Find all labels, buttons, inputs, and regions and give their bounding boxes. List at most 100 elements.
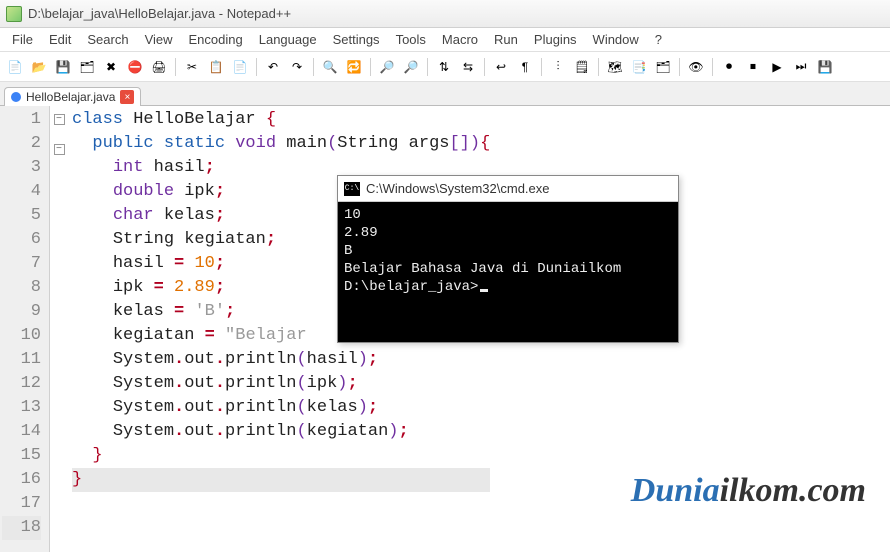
menu-run[interactable]: Run [486,30,526,49]
menu-edit[interactable]: Edit [41,30,79,49]
toolbar-separator [175,58,176,76]
wordwrap-icon[interactable]: ↩ [490,56,512,78]
line-number: 17 [2,492,41,516]
undo-icon[interactable]: ↶ [262,56,284,78]
toolbar-separator [427,58,428,76]
menu-search[interactable]: Search [79,30,136,49]
tab-status-icon [11,92,21,102]
code-line[interactable]: System.out.println(kelas); [72,396,490,420]
toolbar-separator [313,58,314,76]
tab-strip: HelloBelajar.java × [0,82,890,106]
app-icon [6,6,22,22]
menu-plugins[interactable]: Plugins [526,30,585,49]
code-line[interactable]: System.out.println(hasil); [72,348,490,372]
menu-view[interactable]: View [137,30,181,49]
code-line[interactable]: System.out.println(kegiatan); [72,420,490,444]
cmd-output[interactable]: 102.89BBelajar Bahasa Java di Duniailkom… [338,202,678,342]
cmd-line: B [344,242,672,260]
stop-macro-icon[interactable]: ⏹ [742,56,764,78]
toolbar-separator [712,58,713,76]
save-macro-icon[interactable]: 💾 [814,56,836,78]
close-all-icon[interactable]: ⛔ [124,56,146,78]
line-number: 11 [2,348,41,372]
cmd-title: C:\Windows\System32\cmd.exe [366,181,550,196]
sync-h-icon[interactable]: ⇆ [457,56,479,78]
line-number: 18 [2,516,41,540]
doc-map-icon[interactable]: 🗺 [604,56,626,78]
toolbar: 📄📂💾🗂✖⛔🖨✂📋📄↶↷🔍🔁🔎🔎⇅⇆↩¶⫶🗒🗺📑🗂👁⏺⏹▶⏭💾 [0,52,890,82]
print-icon[interactable]: 🖨 [148,56,170,78]
menu-encoding[interactable]: Encoding [181,30,251,49]
find-icon[interactable]: 🔍 [319,56,341,78]
cmd-cursor [480,289,488,292]
watermark-logo: Duniailkom.com [631,472,866,510]
sync-v-icon[interactable]: ⇅ [433,56,455,78]
folder-tree-icon[interactable]: 🗂 [652,56,674,78]
zoom-out-icon[interactable]: 🔎 [400,56,422,78]
fold-toggle-icon[interactable]: − [54,114,65,125]
cmd-icon: C:\ [344,182,360,196]
line-number: 6 [2,228,41,252]
new-file-icon[interactable]: 📄 [4,56,26,78]
menubar: FileEditSearchViewEncodingLanguageSettin… [0,28,890,52]
code-line[interactable]: public static void main(String args[]){ [72,132,490,156]
line-number: 7 [2,252,41,276]
line-number: 15 [2,444,41,468]
copy-icon[interactable]: 📋 [205,56,227,78]
save-icon[interactable]: 💾 [52,56,74,78]
tab-hellobelajar[interactable]: HelloBelajar.java × [4,87,141,106]
cut-icon[interactable]: ✂ [181,56,203,78]
menu-file[interactable]: File [4,30,41,49]
zoom-in-icon[interactable]: 🔎 [376,56,398,78]
toolbar-separator [541,58,542,76]
line-number: 4 [2,180,41,204]
titlebar: D:\belajar_java\HelloBelajar.java - Note… [0,0,890,28]
indent-guide-icon[interactable]: ⫶ [547,56,569,78]
code-line[interactable]: class HelloBelajar { [72,108,490,132]
code-line[interactable]: } [72,444,490,468]
toolbar-separator [679,58,680,76]
line-number: 3 [2,156,41,180]
menu-help[interactable]: ? [647,30,670,49]
watermark-part1: Dunia [631,472,720,509]
line-number: 14 [2,420,41,444]
play-multi-icon[interactable]: ⏭ [790,56,812,78]
replace-icon[interactable]: 🔁 [343,56,365,78]
line-number: 2 [2,132,41,156]
code-line[interactable]: } [72,468,490,492]
toolbar-separator [370,58,371,76]
window-title: D:\belajar_java\HelloBelajar.java - Note… [28,6,291,21]
cmd-line: 10 [344,206,672,224]
monitor-icon[interactable]: 👁 [685,56,707,78]
all-chars-icon[interactable]: ¶ [514,56,536,78]
cmd-line: 2.89 [344,224,672,242]
menu-settings[interactable]: Settings [325,30,388,49]
play-macro-icon[interactable]: ▶ [766,56,788,78]
open-folder-icon[interactable]: 📂 [28,56,50,78]
line-number: 9 [2,300,41,324]
line-number: 13 [2,396,41,420]
fold-toggle-icon[interactable]: − [54,144,65,155]
line-number: 8 [2,276,41,300]
tab-close-icon[interactable]: × [120,90,134,104]
close-icon[interactable]: ✖ [100,56,122,78]
record-macro-icon[interactable]: ⏺ [718,56,740,78]
cmd-window: C:\ C:\Windows\System32\cmd.exe 102.89BB… [337,175,679,343]
line-number: 12 [2,372,41,396]
line-number: 1 [2,108,41,132]
menu-tools[interactable]: Tools [388,30,434,49]
menu-language[interactable]: Language [251,30,325,49]
watermark-part2: ilkom.com [720,472,866,509]
toolbar-separator [598,58,599,76]
lang-udl-icon[interactable]: 🗒 [571,56,593,78]
toolbar-separator [484,58,485,76]
line-gutter: 123456789101112131415161718 [0,106,50,552]
menu-macro[interactable]: Macro [434,30,486,49]
func-list-icon[interactable]: 📑 [628,56,650,78]
cmd-titlebar[interactable]: C:\ C:\Windows\System32\cmd.exe [338,176,678,202]
save-all-icon[interactable]: 🗂 [76,56,98,78]
paste-icon[interactable]: 📄 [229,56,251,78]
menu-window[interactable]: Window [585,30,647,49]
code-line[interactable]: System.out.println(ipk); [72,372,490,396]
redo-icon[interactable]: ↷ [286,56,308,78]
